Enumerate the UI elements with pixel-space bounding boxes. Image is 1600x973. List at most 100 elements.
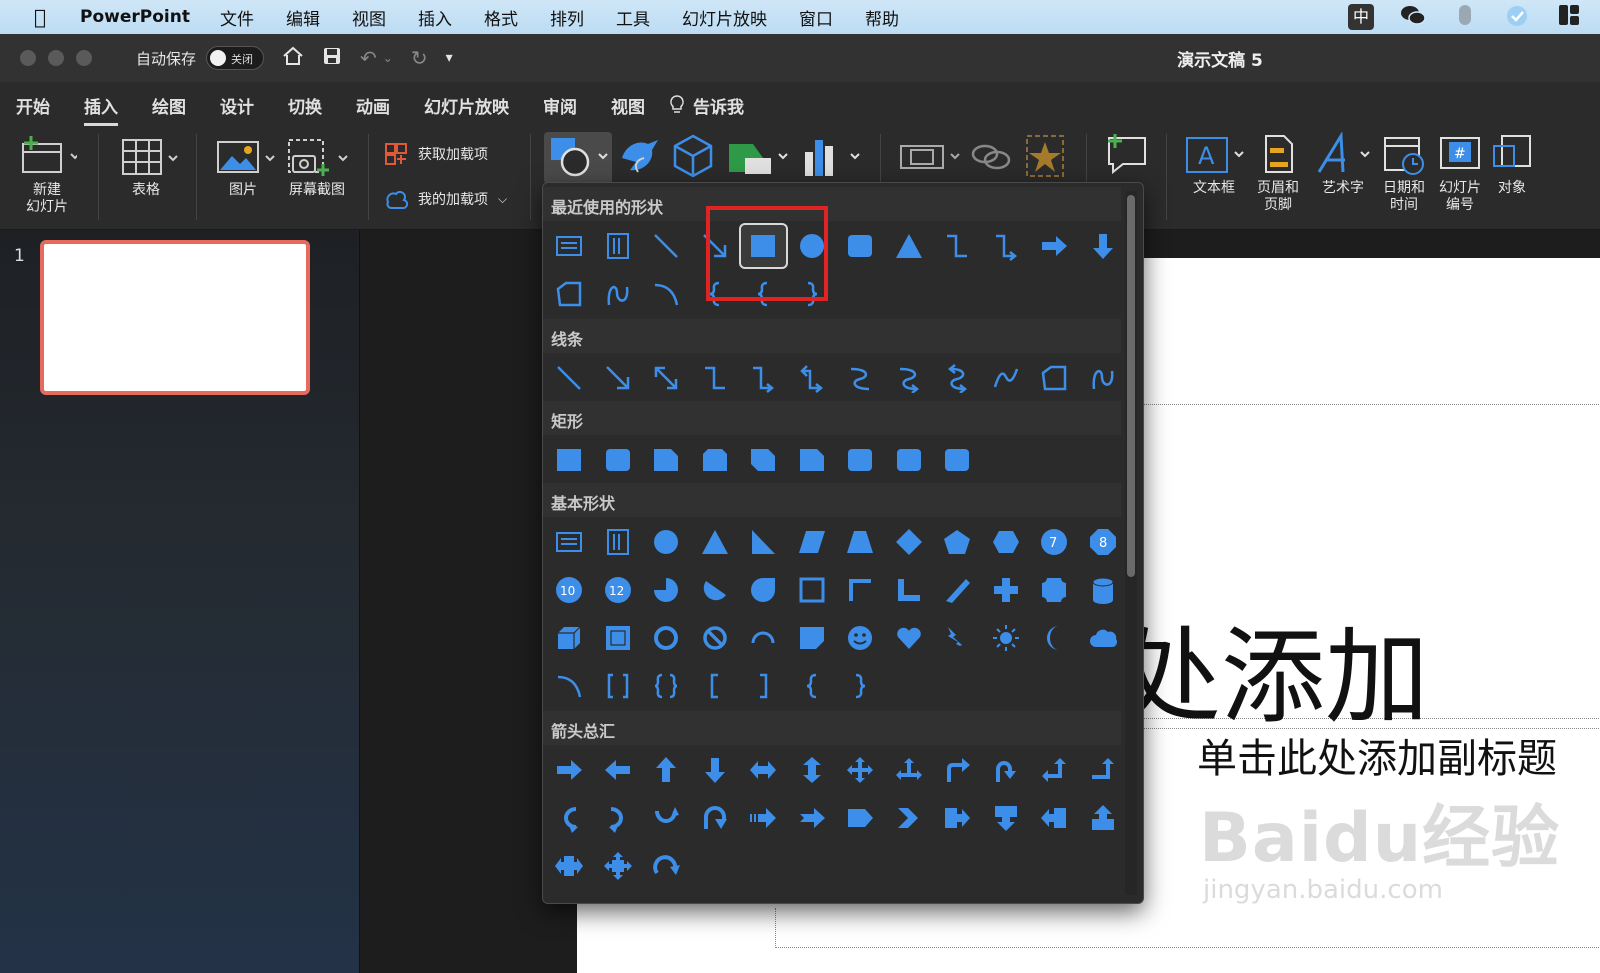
date-time-button[interactable]: 日期和 时间 (1376, 132, 1432, 214)
left-arrow-callout-shape[interactable] (1030, 795, 1079, 841)
tab-design[interactable]: 设计 (220, 93, 254, 118)
my-addins-button[interactable]: 我的加载项 ⌵ (384, 188, 507, 210)
up-arrow-callout-shape[interactable] (1079, 795, 1128, 841)
plaque-shape[interactable] (1030, 567, 1079, 613)
double-brace-shape[interactable] (642, 663, 691, 709)
menu-format[interactable]: 格式 (484, 5, 518, 30)
left-right-up-arrow-shape[interactable] (885, 747, 934, 793)
isosceles-triangle-shape[interactable] (691, 519, 740, 565)
up-arrow-shape[interactable] (642, 747, 691, 793)
table-button[interactable]: 表格 (108, 134, 184, 199)
recent-elbow-arrow-connector-shape[interactable] (982, 223, 1031, 269)
slide-number-button[interactable]: # 幻灯片 编号 (1432, 132, 1488, 214)
folded-corner-shape[interactable] (788, 615, 837, 661)
curved-connector-shape[interactable] (836, 355, 885, 401)
l-shape[interactable] (885, 567, 934, 613)
recent-rounded-rectangle-shape[interactable] (836, 223, 885, 269)
header-footer-button[interactable]: 页眉和 页脚 (1250, 132, 1306, 214)
lightning-bolt-shape[interactable] (933, 615, 982, 661)
wechat-icon[interactable] (1400, 4, 1426, 30)
menu-insert[interactable]: 插入 (418, 5, 452, 30)
right-brace-shape[interactable] (836, 663, 885, 709)
input-method-icon[interactable]: 中 (1348, 4, 1374, 30)
dodecagon-shape[interactable]: 12 (594, 567, 643, 613)
menu-window[interactable]: 窗口 (799, 5, 833, 30)
link-button[interactable] (966, 132, 1016, 184)
undo-icon[interactable]: ↶ (360, 46, 377, 70)
smiley-face-shape[interactable] (836, 615, 885, 661)
get-addins-button[interactable]: 获取加载项 (384, 142, 488, 166)
recent-freeform-shape[interactable] (545, 271, 594, 317)
pentagon-arrow-shape[interactable] (836, 795, 885, 841)
right-bracket-shape[interactable] (739, 663, 788, 709)
right-triangle-shape[interactable] (739, 519, 788, 565)
slide-thumbnail[interactable] (40, 240, 310, 395)
chevron-shape[interactable] (885, 795, 934, 841)
hexagon-shape[interactable] (982, 519, 1031, 565)
vertical-textbox-shape[interactable] (594, 519, 643, 565)
chord-shape[interactable] (691, 567, 740, 613)
layout-icon[interactable] (1556, 4, 1582, 30)
heptagon-shape[interactable]: 7 (1030, 519, 1079, 565)
save-icon[interactable] (322, 46, 342, 71)
snip-single-corner-rectangle-shape[interactable] (642, 437, 691, 483)
left-arrow-shape[interactable] (594, 747, 643, 793)
menu-tools[interactable]: 工具 (616, 5, 650, 30)
curve-shape[interactable] (982, 355, 1031, 401)
picture-button[interactable]: 图片 (208, 134, 278, 199)
zoom-window-button[interactable] (76, 50, 92, 66)
snip-round-rectangle-shape[interactable] (788, 437, 837, 483)
recent-triangle-shape[interactable] (885, 223, 934, 269)
icons-button[interactable] (616, 132, 666, 184)
recent-curve-shape[interactable] (642, 271, 691, 317)
scribble-shape[interactable] (1079, 355, 1128, 401)
notched-right-arrow-shape[interactable] (788, 795, 837, 841)
double-bracket-shape[interactable] (594, 663, 643, 709)
cloud-shape[interactable] (1079, 615, 1128, 661)
curved-arrow-connector-shape[interactable] (885, 355, 934, 401)
left-up-arrow-shape[interactable] (1030, 747, 1079, 793)
shapes-button[interactable] (544, 132, 612, 184)
recent-line-shape[interactable] (642, 223, 691, 269)
tab-transitions[interactable]: 切换 (288, 93, 322, 118)
u-turn-arrow-shape[interactable] (982, 747, 1031, 793)
line-arrow-shape[interactable] (594, 355, 643, 401)
minimize-window-button[interactable] (48, 50, 64, 66)
undo-dropdown-icon[interactable]: ⌄ (383, 51, 393, 65)
moon-shape[interactable] (1030, 615, 1079, 661)
left-bracket-shape[interactable] (691, 663, 740, 709)
rectangle-shape[interactable] (545, 437, 594, 483)
snip-diagonal-rectangle-shape[interactable] (739, 437, 788, 483)
curved-double-arrow-connector-shape[interactable] (933, 355, 982, 401)
snip-same-side-rectangle-shape[interactable] (691, 437, 740, 483)
screenshot-button[interactable]: 屏幕截图 (280, 134, 354, 199)
recent-vertical-textbox-shape[interactable] (594, 223, 643, 269)
textbox-button[interactable]: A 文本框 (1180, 132, 1248, 197)
cube-shape[interactable] (545, 615, 594, 661)
decagon-shape[interactable]: 10 (545, 567, 594, 613)
redo-icon[interactable]: ↻ (411, 46, 428, 70)
up-down-arrow-shape[interactable] (788, 747, 837, 793)
tab-slideshow[interactable]: 幻灯片放映 (424, 93, 509, 118)
chart-button[interactable] (796, 132, 866, 184)
menu-edit[interactable]: 编辑 (286, 5, 320, 30)
half-frame-shape[interactable] (836, 567, 885, 613)
curved-down-arrow-shape[interactable] (691, 795, 740, 841)
block-arc-shape[interactable] (739, 615, 788, 661)
comment-button[interactable] (1098, 132, 1154, 184)
line-shape[interactable] (545, 355, 594, 401)
round-same-side-rectangle-shape[interactable] (885, 437, 934, 483)
tab-draw[interactable]: 绘图 (152, 93, 186, 118)
new-slide-button[interactable]: 新建 幻灯片 (12, 134, 82, 216)
recent-textbox-shape[interactable] (545, 223, 594, 269)
media-button[interactable] (894, 132, 964, 184)
parallelogram-shape[interactable] (788, 519, 837, 565)
menu-view[interactable]: 视图 (352, 5, 386, 30)
right-arrow-shape[interactable] (545, 747, 594, 793)
menu-slideshow[interactable]: 幻灯片放映 (682, 5, 767, 30)
bevel-shape[interactable] (594, 615, 643, 661)
3d-models-button[interactable] (668, 132, 718, 184)
object-button[interactable]: 对象 (1488, 132, 1536, 197)
elbow-double-arrow-connector-shape[interactable] (788, 355, 837, 401)
recent-right-arrow-shape[interactable] (1030, 223, 1079, 269)
